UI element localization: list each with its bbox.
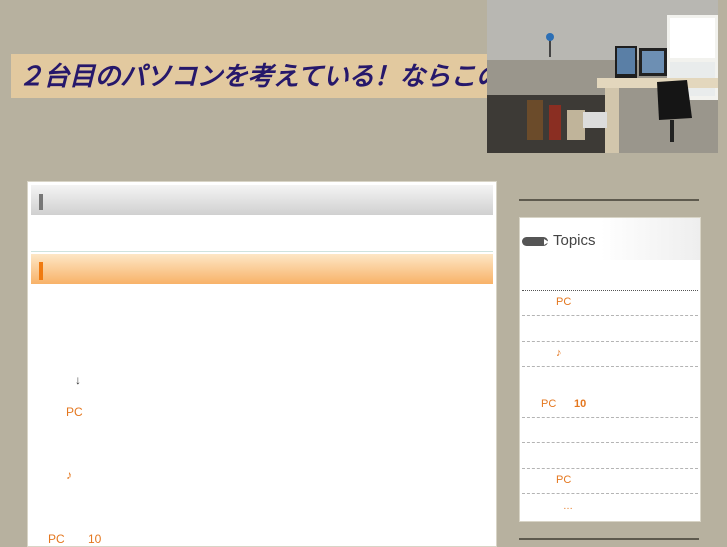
body-link-pc-2[interactable]: PC (48, 532, 65, 546)
body-link-note[interactable]: ♪ (66, 468, 72, 482)
topics-divider (522, 442, 698, 443)
down-arrow-text: ↓ (75, 373, 81, 387)
site-header: ２台目のパソコンを考えている！ならこのサイト (0, 0, 727, 160)
topics-divider (522, 417, 698, 418)
topics-divider (522, 315, 698, 316)
main-content: ↓ PC ♪ PC 10 (27, 181, 497, 547)
topic-more-ellipsis[interactable]: … (563, 500, 573, 513)
topics-divider (522, 366, 698, 367)
topics-divider (522, 493, 698, 494)
topics-divider (522, 341, 698, 342)
topic-link-note[interactable]: ♪ (556, 347, 562, 360)
topics-header: Topics (520, 218, 700, 260)
body-link-10[interactable]: 10 (88, 532, 101, 546)
sidebar-top-rule (519, 199, 699, 201)
sidebar-bottom-rule (519, 538, 699, 540)
main-header-bar (31, 185, 493, 215)
topic-link-10[interactable]: 10 (574, 398, 586, 411)
body-link-pc[interactable]: PC (66, 405, 83, 419)
topic-link-pc-3[interactable]: PC (556, 474, 571, 487)
topics-sidebar: Topics PC ♪ PC 10 PC … (519, 217, 701, 522)
article-header-bar (31, 254, 493, 284)
topics-divider (522, 468, 698, 469)
header-marker (39, 194, 43, 210)
home-office-photo (487, 0, 718, 153)
topic-link-pc[interactable]: PC (556, 296, 571, 309)
topics-title: Topics (553, 232, 596, 249)
section-divider (31, 251, 493, 252)
topics-divider (522, 290, 698, 291)
home-office-photo-image (487, 0, 718, 153)
pill-arrow-icon (522, 237, 549, 246)
article-marker (39, 262, 43, 280)
topic-link-pc-2[interactable]: PC (541, 398, 556, 411)
